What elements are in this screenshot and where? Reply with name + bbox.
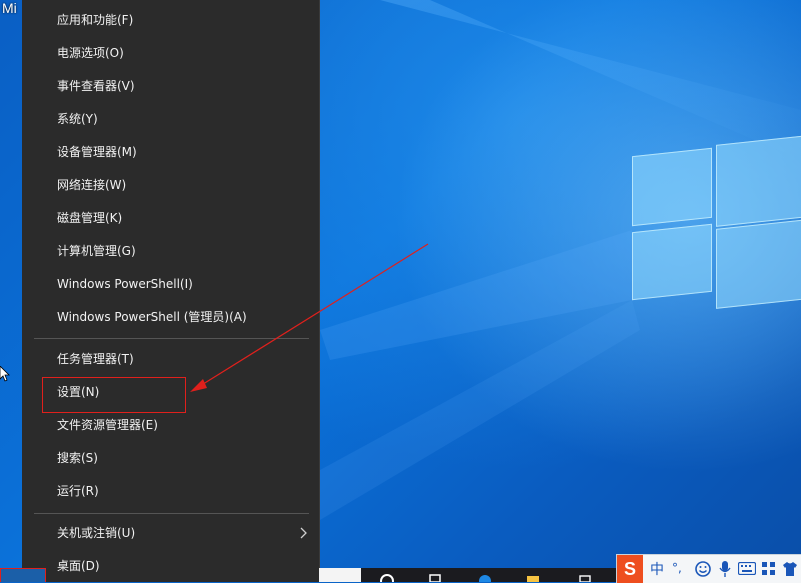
desktop-icon-label[interactable]: Mi: [2, 0, 17, 16]
cortana-icon[interactable]: [380, 572, 394, 582]
menu-item-label: 桌面(D): [57, 559, 100, 573]
mouse-pointer-icon: [0, 366, 10, 382]
chevron-right-icon: [300, 527, 307, 539]
menu-item-桌面[interactable]: 桌面(D): [22, 550, 319, 583]
menu-item-label: Windows PowerShell (管理员)(A): [57, 310, 247, 324]
menu-item-label: 计算机管理(G): [57, 244, 136, 258]
task-view-icon[interactable]: [428, 572, 442, 582]
menu-item-计算机管理[interactable]: 计算机管理(G): [22, 235, 319, 268]
menu-item-label: 应用和功能(F): [57, 13, 134, 27]
menu-item-label: 搜索(S): [57, 451, 98, 465]
taskbar-search-box[interactable]: [319, 568, 361, 582]
ime-language-mode[interactable]: 中: [650, 559, 664, 579]
annotation-highlight-box: [42, 377, 186, 413]
menu-item-label: 网络连接(W): [57, 178, 127, 192]
menu-item-label: 系统(Y): [57, 112, 98, 126]
store-icon[interactable]: [578, 572, 592, 582]
menu-item-windows-powershell[interactable]: Windows PowerShell (管理员)(A): [22, 301, 319, 334]
file-explorer-icon[interactable]: [526, 572, 540, 582]
menu-separator: [34, 338, 309, 339]
menu-item-任务管理器[interactable]: 任务管理器(T): [22, 343, 319, 376]
menu-item-关机或注销[interactable]: 关机或注销(U): [22, 517, 319, 550]
keyboard-icon[interactable]: [738, 562, 756, 575]
sogou-ime-toolbar: S 中 °,: [616, 554, 801, 583]
windows-logo-wallpaper: [632, 135, 801, 310]
menu-item-label: 文件资源管理器(E): [57, 418, 158, 432]
menu-item-label: 设备管理器(M): [57, 145, 137, 159]
menu-item-label: 运行(R): [57, 484, 99, 498]
menu-item-label: 事件查看器(V): [57, 79, 135, 93]
grid-icon[interactable]: [762, 562, 776, 576]
menu-item-应用和功能[interactable]: 应用和功能(F): [22, 4, 319, 37]
menu-item-系统[interactable]: 系统(Y): [22, 103, 319, 136]
menu-separator: [34, 513, 309, 514]
menu-item-label: 任务管理器(T): [57, 352, 134, 366]
menu-item-事件查看器[interactable]: 事件查看器(V): [22, 70, 319, 103]
menu-item-label: 关机或注销(U): [57, 526, 136, 540]
shirt-icon[interactable]: [782, 561, 798, 577]
sogou-logo-icon[interactable]: S: [617, 555, 643, 583]
start-button[interactable]: [0, 568, 46, 582]
menu-item-windows-powershell[interactable]: Windows PowerShell(I): [22, 268, 319, 301]
menu-item-文件资源管理器[interactable]: 文件资源管理器(E): [22, 409, 319, 442]
edge-browser-icon[interactable]: [478, 572, 492, 582]
menu-item-电源选项[interactable]: 电源选项(O): [22, 37, 319, 70]
winx-context-menu: 应用和功能(F) 电源选项(O) 事件查看器(V) 系统(Y) 设备管理器(M) 网络连接…: [22, 0, 320, 582]
menu-item-label: 电源选项(O): [57, 46, 124, 60]
menu-item-搜索[interactable]: 搜索(S): [22, 442, 319, 475]
ime-punctuation-mode[interactable]: °,: [672, 561, 682, 575]
menu-item-设备管理器[interactable]: 设备管理器(M): [22, 136, 319, 169]
menu-item-label: Windows PowerShell(I): [57, 277, 193, 291]
microphone-icon[interactable]: [718, 560, 732, 578]
menu-item-运行[interactable]: 运行(R): [22, 475, 319, 508]
menu-item-磁盘管理[interactable]: 磁盘管理(K): [22, 202, 319, 235]
menu-item-label: 磁盘管理(K): [57, 211, 123, 225]
menu-item-网络连接[interactable]: 网络连接(W): [22, 169, 319, 202]
smiley-icon[interactable]: [695, 561, 711, 577]
